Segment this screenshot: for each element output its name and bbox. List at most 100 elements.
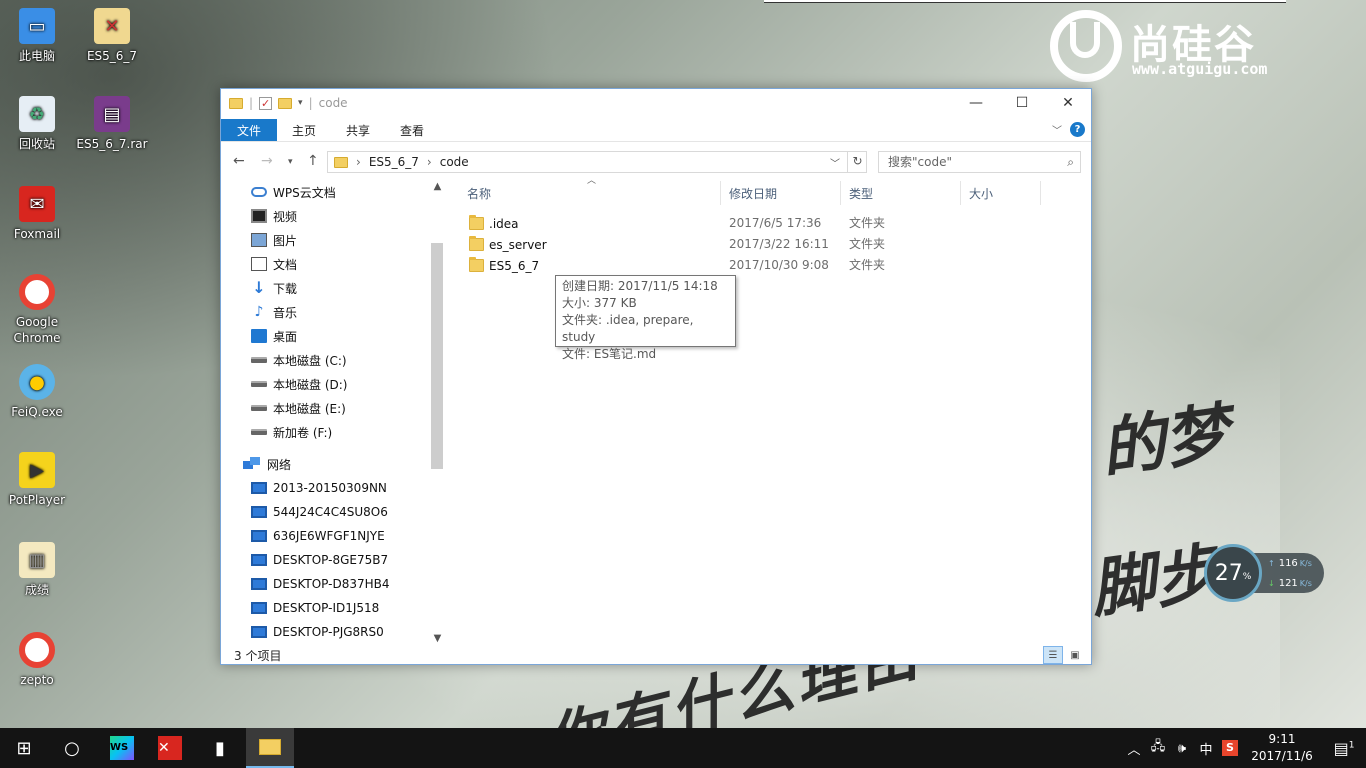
atguigu-logo: 尚硅谷 www.atguigu.com xyxy=(1050,8,1310,82)
nav-scrollbar[interactable]: ▲ ▼ xyxy=(429,181,446,644)
app-icon[interactable]: ▮ xyxy=(196,728,244,768)
expand-ribbon-icon[interactable]: ﹀ xyxy=(1052,122,1062,137)
desktop-icon-potplayer[interactable]: ▶ PotPlayer xyxy=(0,452,74,508)
nav-item-drive-c[interactable]: 本地磁盘 (C:) xyxy=(251,349,347,371)
nav-item-pc[interactable]: DESKTOP-D837HB4 xyxy=(251,573,390,595)
maximize-button[interactable]: ☐ xyxy=(999,89,1045,117)
taskbar-clock[interactable]: 9:11 2017/11/6 xyxy=(1242,731,1322,765)
file-row[interactable]: es_server 2017/3/22 16:11 文件夹 xyxy=(459,234,1059,255)
refresh-icon[interactable]: ↻ xyxy=(847,151,867,173)
ime-indicator[interactable]: 中 xyxy=(1194,739,1218,758)
nav-item-drive-e[interactable]: 本地磁盘 (E:) xyxy=(251,397,346,419)
system-tray: ︿ 🖧 🕪 中 S 9:11 2017/11/6 ▤1 xyxy=(1122,728,1366,768)
desktop-icon-foxmail[interactable]: ✉ Foxmail xyxy=(0,186,74,242)
cortana-icon[interactable]: ○ xyxy=(48,728,96,768)
nav-item-music[interactable]: ♪ 音乐 xyxy=(251,301,297,323)
tab-file[interactable]: 文件 xyxy=(221,119,277,141)
scroll-down-icon[interactable]: ▼ xyxy=(429,633,446,644)
desktop-icon-es5-6-7[interactable]: ✕ ES5_6_7 xyxy=(75,8,149,64)
nav-item-desktop[interactable]: 桌面 xyxy=(251,325,297,347)
folder-icon xyxy=(469,215,484,230)
volume-icon[interactable]: 🕪 xyxy=(1170,741,1194,756)
back-arrow-icon[interactable]: ← xyxy=(233,153,245,169)
window-controls: — ☐ ✕ xyxy=(953,89,1091,117)
details-view-icon[interactable]: ☰ xyxy=(1043,646,1063,664)
desktop-icon-recycle-bin[interactable]: ♻ 回收站 xyxy=(0,96,74,152)
windows-start-icon[interactable]: ⊞ xyxy=(0,728,48,768)
column-header-size[interactable]: 大小 xyxy=(961,181,1041,205)
download-speed: ↓ 121 K/s xyxy=(1268,578,1312,589)
file-explorer-icon[interactable] xyxy=(246,728,294,768)
address-bar[interactable]: › ES5_6_7 › code ﹀ xyxy=(327,151,867,173)
nav-item-pc[interactable]: 2013-20150309NN xyxy=(251,477,387,499)
column-header-name[interactable]: 名称 xyxy=(459,181,721,205)
close-button[interactable]: ✕ xyxy=(1045,89,1091,117)
tab-share[interactable]: 共享 xyxy=(331,119,385,141)
file-row[interactable]: .idea 2017/6/5 17:36 文件夹 xyxy=(459,213,1059,234)
large-icons-view-icon[interactable]: ▣ xyxy=(1065,646,1085,664)
scrollbar-thumb[interactable] xyxy=(431,243,443,469)
file-type: 文件夹 xyxy=(849,258,886,272)
picture-icon xyxy=(251,233,267,247)
pc-icon xyxy=(251,578,267,590)
nav-item-pc[interactable]: DESKTOP-8GE75B7 xyxy=(251,549,388,571)
search-input[interactable]: 搜索"code" ⌕ xyxy=(878,151,1081,173)
desktop-icon-es5-6-7-rar[interactable]: ▤ ES5_6_7.rar xyxy=(75,96,149,152)
nav-item-videos[interactable]: 视频 xyxy=(251,205,297,227)
network-speed-widget[interactable]: 27% ↑ 116 K/s ↓ 121 K/s xyxy=(1204,544,1324,602)
forward-arrow-icon[interactable]: → xyxy=(261,153,273,169)
breadcrumb-code[interactable]: code xyxy=(440,155,469,169)
minimize-button[interactable]: — xyxy=(953,89,999,117)
nav-item-pc[interactable]: 636JE6WFGF1NJYE xyxy=(251,525,385,547)
file-row[interactable]: ES5_6_7 2017/10/30 9:08 文件夹 xyxy=(459,255,1059,276)
desktop-icon-scores[interactable]: ▥ 成绩 xyxy=(0,542,74,598)
file-explorer-window[interactable]: | ✓ ▾ | code — ☐ ✕ 文件 主页 共享 查看 ﹀ ? ← → ▾… xyxy=(220,88,1092,665)
nav-item-network[interactable]: 网络 xyxy=(243,453,291,475)
network-icon[interactable]: 🖧 xyxy=(1146,737,1170,759)
new-folder-icon[interactable] xyxy=(278,97,293,109)
nav-item-documents[interactable]: 文档 xyxy=(251,253,297,275)
title-bar[interactable]: | ✓ ▾ | code — ☐ ✕ xyxy=(221,89,1091,117)
help-icon[interactable]: ? xyxy=(1070,122,1085,137)
notification-count: 1 xyxy=(1348,740,1355,751)
scroll-up-icon[interactable]: ▲ xyxy=(429,181,446,192)
tab-view[interactable]: 查看 xyxy=(385,119,439,141)
desktop-icon-this-pc[interactable]: ▭ 此电脑 xyxy=(0,8,74,64)
folder-tooltip: 创建日期: 2017/11/5 14:18 大小: 377 KB 文件夹: .i… xyxy=(555,275,736,361)
show-hidden-icons-icon[interactable]: ︿ xyxy=(1122,739,1146,758)
wallpaper-handwriting: 的梦 xyxy=(1096,395,1234,488)
recent-locations-icon[interactable]: ▾ xyxy=(288,157,293,167)
desktop-icon-feiq[interactable]: ● FeiQ.exe xyxy=(0,364,74,420)
breadcrumb-separator-icon[interactable]: › xyxy=(427,155,432,169)
tab-home[interactable]: 主页 xyxy=(277,119,331,141)
nav-item-pc[interactable]: 544J24C4C4SU8O6 xyxy=(251,501,388,523)
sogou-input-icon[interactable]: S xyxy=(1218,740,1242,756)
breadcrumb-separator-icon[interactable]: › xyxy=(356,155,361,169)
pc-icon xyxy=(251,482,267,494)
webstorm-icon[interactable]: WS xyxy=(98,728,146,768)
column-header-type[interactable]: 类型 xyxy=(841,181,961,205)
desktop-icon-zepto[interactable]: zepto xyxy=(0,632,74,688)
properties-icon[interactable]: ✓ xyxy=(259,96,273,110)
column-header-date[interactable]: 修改日期 xyxy=(721,181,841,205)
search-icon[interactable]: ⌕ xyxy=(1067,152,1074,172)
nav-item-drive-d[interactable]: 本地磁盘 (D:) xyxy=(251,373,347,395)
nav-item-pictures[interactable]: 图片 xyxy=(251,229,297,251)
desktop-icon xyxy=(251,329,267,343)
nav-item-drive-f[interactable]: 新加卷 (F:) xyxy=(251,421,332,443)
customize-dropdown-icon[interactable]: ▾ xyxy=(298,98,303,108)
desktop-icon-google-chrome[interactable]: Google Chrome xyxy=(0,274,74,346)
nav-item-pc[interactable]: DESKTOP-PJG8RS0 xyxy=(251,621,384,643)
address-dropdown-icon[interactable]: ﹀ xyxy=(830,155,840,170)
drive-icon xyxy=(251,429,267,435)
breadcrumb-es5-6-7[interactable]: ES5_6_7 xyxy=(369,155,419,169)
up-arrow-icon[interactable]: ↑ xyxy=(307,153,319,169)
xmind-icon[interactable]: ✕ xyxy=(146,728,194,768)
chrome-icon xyxy=(19,274,55,310)
nav-item-downloads[interactable]: ↓ 下载 xyxy=(251,277,297,299)
nav-item-pc[interactable]: DESKTOP-ID1J518 xyxy=(251,597,379,619)
action-center-icon[interactable]: ▤1 xyxy=(1322,739,1366,758)
drive-icon xyxy=(251,405,267,411)
nav-item-wps-cloud[interactable]: WPS云文档 xyxy=(251,181,336,203)
file-date: 2017/10/30 9:08 xyxy=(729,258,829,272)
